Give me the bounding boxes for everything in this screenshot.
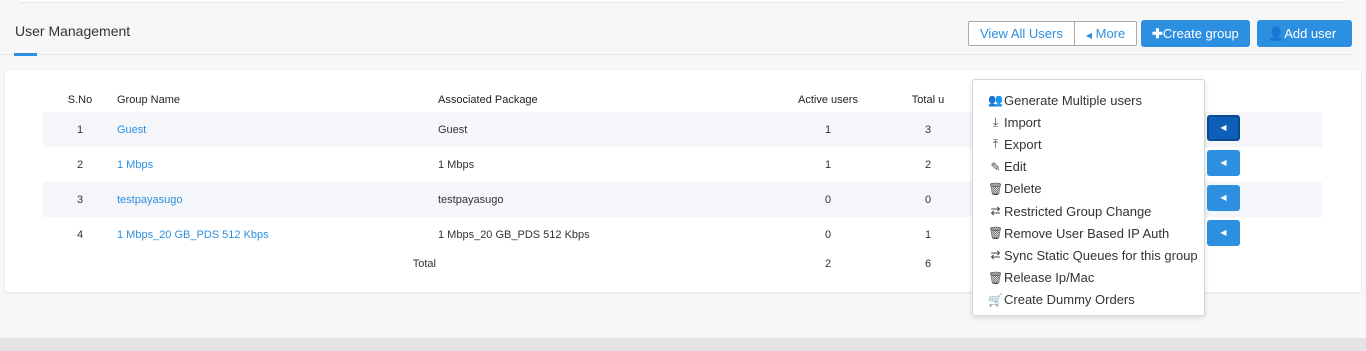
row-total: 0 [878,182,978,217]
menu-item-create-dummy-orders[interactable]: 🛒 Create Dummy Orders [973,289,1204,311]
caret-left-icon: ◀ [1220,123,1227,132]
group-link[interactable]: Guest [117,124,146,136]
title-underline [14,53,37,56]
view-all-users-label: View All Users [980,26,1063,41]
menu-item-label: Generate Multiple users [1004,92,1143,108]
download-icon: ⤓ [992,114,999,129]
menu-item-release-ip-mac[interactable]: 🗑 Release Ip/Mac [973,267,1204,289]
row-active: 1 [824,158,832,171]
page-header: User Management View All Users ◀ More ✚C… [0,3,1366,65]
menu-item-label: Sync Static Queues for this group [1004,247,1198,263]
col-active-users: Active users [798,94,858,106]
col-total-users: Total u [911,94,945,106]
row-total: 2 [924,158,932,171]
footer-bar [0,338,1366,351]
row-sno: 4 [76,228,84,241]
row-package: 1 Mbps_20 GB_PDS 512 Kbps [438,228,590,241]
page-title: User Management [15,23,131,39]
edit-icon: ✎ [990,159,1001,174]
create-group-button[interactable]: ✚Create group [1141,20,1250,47]
menu-item-sync-static-queues[interactable]: ⇄ Sync Static Queues for this group [973,244,1204,266]
view-all-users-button[interactable]: View All Users [969,22,1075,45]
caret-left-icon: ◀ [1220,228,1227,237]
total-label: Total [412,258,436,270]
col-package: Associated Package [438,94,538,106]
caret-left-icon: ◀ [1220,193,1227,202]
exchange-icon: ⇄ [990,248,1001,263]
col-sno: S.No [67,94,93,106]
user-plus-icon: 👤 [1268,26,1285,41]
cart-icon: 🛒 [988,292,1003,307]
row-actions-button[interactable]: ◀ [1207,185,1240,211]
menu-item-label: Delete [1004,181,1042,197]
menu-item-remove-user-ip-auth[interactable]: 🗑 Remove User Based IP Auth [973,222,1204,244]
total-active: 2 [824,258,832,270]
trash-icon: 🗑 [988,181,1004,196]
group-link[interactable]: testpayasugo [117,194,182,206]
menu-item-restricted-group-change[interactable]: ⇄ Restricted Group Change [973,200,1204,222]
row-active: 0 [778,182,878,217]
row-package: Guest [438,112,778,147]
add-user-button[interactable]: 👤Add user [1257,20,1352,47]
group-link[interactable]: 1 Mbps [117,159,153,171]
row-sno: 1 [43,112,117,147]
menu-item-label: Edit [1004,159,1027,175]
menu-item-label: Import [1004,114,1041,130]
row-actions-button[interactable]: ◀ [1207,150,1240,176]
more-button[interactable]: ◀ More [1075,22,1136,45]
menu-item-delete[interactable]: 🗑 Delete [973,178,1204,200]
row-active: 1 [778,112,878,147]
menu-item-label: Remove User Based IP Auth [1004,225,1170,241]
exchange-icon: ⇄ [990,204,1001,219]
trash-icon: 🗑 [988,226,1004,241]
row-active: 0 [824,228,832,241]
menu-item-edit[interactable]: ✎ Edit [973,156,1204,178]
row-package: testpayasugo [438,182,778,217]
menu-item-export[interactable]: ⤒ Export [973,133,1204,155]
row-total: 3 [878,112,978,147]
caret-left-icon: ◀ [1085,31,1092,40]
row-actions-button[interactable]: ◀ [1207,220,1240,246]
caret-left-icon: ◀ [1220,158,1227,167]
total-total: 6 [924,258,932,270]
group-actions-dropdown: 👥 Generate Multiple users ⤓ Import ⤒ Export… [972,79,1205,316]
menu-item-label: Release Ip/Mac [1004,270,1095,286]
menu-item-label: Export [1004,136,1042,152]
menu-item-label: Create Dummy Orders [1004,292,1135,308]
group-link[interactable]: 1 Mbps_20 GB_PDS 512 Kbps [117,229,269,241]
menu-item-label: Restricted Group Change [1004,203,1152,219]
row-actions-button[interactable]: ◀ [1207,115,1240,141]
trash-icon: 🗑 [988,270,1004,285]
users-icon: 👥 [988,93,1003,108]
col-group-name: Group Name [117,94,180,106]
upload-icon: ⤒ [992,136,999,151]
more-label: More [1095,26,1126,41]
menu-item-import[interactable]: ⤓ Import [973,111,1204,133]
header-divider [0,54,1352,55]
add-user-label: Add user [1284,26,1337,41]
row-sno: 2 [76,158,84,171]
create-group-label: Create group [1162,26,1239,41]
row-total: 1 [924,228,932,241]
row-sno: 3 [43,182,117,217]
row-package: 1 Mbps [438,158,475,171]
plus-icon: ✚ [1152,26,1163,41]
menu-item-generate-multiple-users[interactable]: 👥 Generate Multiple users [973,89,1204,111]
view-more-button-group: View All Users ◀ More [968,21,1138,46]
